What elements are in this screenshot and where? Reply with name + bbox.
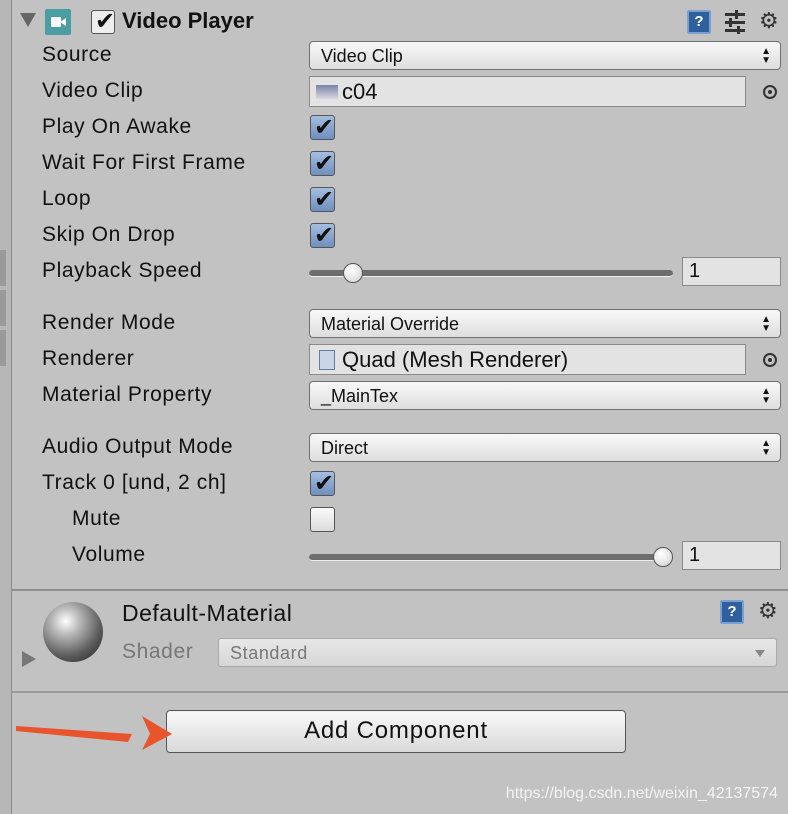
bottom-separator [12, 691, 788, 693]
video-clip-asset-icon [316, 85, 338, 99]
help-book-icon[interactable]: ? [687, 10, 711, 34]
play-on-awake-label: Play On Awake [42, 115, 192, 138]
skip-on-drop-label: Skip On Drop [42, 223, 176, 246]
material-name: Default-Material [122, 600, 293, 626]
renderer-value: Quad (Mesh Renderer) [342, 347, 569, 372]
material-section: Default-Material ? ⚙ Shader Standard [12, 591, 788, 682]
volume-label: Volume [72, 543, 146, 566]
dropdown-arrows-icon: ▲ ▼ [761, 438, 771, 458]
checkmark-icon: ✔ [314, 222, 335, 249]
material-foldout-arrow-icon[interactable] [22, 651, 36, 667]
source-value: Video Clip [321, 46, 403, 66]
track-0-label: Track 0 [und, 2 ch] [42, 471, 227, 494]
material-property-dropdown[interactable]: _MainTex ▲ ▼ [309, 381, 781, 410]
presets-sliders-icon[interactable] [723, 10, 747, 34]
mesh-renderer-icon [319, 350, 335, 370]
video-player-component: ✔ Video Player ? ⚙ Source Video Clip ▲ ▼ … [12, 0, 788, 590]
foldout-arrow-icon[interactable] [20, 13, 36, 27]
video-clip-label: Video Clip [42, 79, 144, 102]
checkmark-icon: ✔ [314, 186, 335, 213]
gear-icon[interactable]: ⚙ [759, 10, 779, 32]
dropdown-arrows-icon: ▲ ▼ [761, 314, 771, 334]
help-book-icon[interactable]: ? [720, 600, 744, 624]
mute-label: Mute [72, 507, 122, 530]
edge-tick [0, 290, 6, 326]
video-clip-value: c04 [342, 79, 378, 104]
audio-output-mode-label: Audio Output Mode [42, 435, 234, 458]
edge-tick [0, 250, 6, 286]
gear-icon[interactable]: ⚙ [758, 600, 778, 622]
wait-for-first-frame-checkbox[interactable]: ✔ [310, 150, 335, 177]
video-clip-field[interactable]: c04 [309, 76, 746, 107]
edge-tick [0, 330, 6, 366]
play-on-awake-checkbox[interactable]: ✔ [310, 114, 335, 141]
inspector-left-edge [0, 0, 12, 814]
checkmark-icon: ✔ [95, 8, 116, 35]
playback-speed-slider-knob[interactable] [343, 263, 364, 283]
playback-speed-slider[interactable] [309, 270, 673, 277]
video-player-icon [45, 9, 85, 35]
volume-slider-knob[interactable] [653, 547, 673, 567]
shader-value: Standard [230, 643, 308, 663]
checkmark-icon: ✔ [314, 114, 335, 141]
renderer-label: Renderer [42, 347, 135, 370]
render-mode-label: Render Mode [42, 311, 176, 334]
watermark: https://blog.csdn.net/weixin_42137574 [505, 785, 778, 802]
playback-speed-value: 1 [689, 260, 701, 282]
material-property-label: Material Property [42, 383, 213, 406]
mute-checkbox[interactable] [310, 507, 335, 532]
loop-checkbox[interactable]: ✔ [310, 186, 335, 213]
source-label: Source [42, 43, 113, 66]
shader-label: Shader [122, 640, 194, 663]
source-dropdown[interactable]: Video Clip ▲ ▼ [309, 41, 781, 70]
dropdown-arrows-icon: ▲ ▼ [761, 46, 771, 66]
playback-speed-label: Playback Speed [42, 259, 203, 282]
wait-for-first-frame-label: Wait For First Frame [42, 151, 246, 174]
material-property-value: _MainTex [321, 386, 399, 406]
playback-speed-input[interactable]: 1 [682, 257, 781, 286]
render-mode-value: Material Override [321, 314, 460, 334]
material-preview-sphere [43, 602, 103, 662]
skip-on-drop-checkbox[interactable]: ✔ [310, 222, 335, 249]
add-component-button[interactable]: Add Component [166, 710, 626, 753]
shader-dropdown[interactable]: Standard [218, 638, 777, 667]
chevron-down-icon [755, 650, 765, 657]
checkmark-icon: ✔ [314, 150, 335, 177]
track-0-checkbox[interactable]: ✔ [310, 470, 335, 497]
loop-label: Loop [42, 187, 92, 210]
volume-value: 1 [689, 544, 701, 566]
component-enabled-checkbox[interactable]: ✔ [91, 8, 116, 35]
checkmark-icon: ✔ [314, 470, 335, 497]
component-header: ✔ Video Player ? ⚙ [12, 0, 788, 44]
object-picker-icon[interactable] [763, 353, 777, 367]
audio-output-mode-dropdown[interactable]: Direct ▲ ▼ [309, 433, 781, 462]
dropdown-arrows-icon: ▲ ▼ [761, 386, 771, 406]
component-title: Video Player [122, 8, 254, 33]
renderer-field[interactable]: Quad (Mesh Renderer) [309, 344, 746, 375]
audio-output-mode-value: Direct [321, 438, 369, 458]
render-mode-dropdown[interactable]: Material Override ▲ ▼ [309, 309, 781, 338]
annotation-arrow-icon [16, 716, 172, 750]
object-picker-icon[interactable] [763, 85, 777, 99]
volume-slider[interactable] [309, 554, 673, 561]
add-component-label: Add Component [304, 717, 488, 744]
volume-input[interactable]: 1 [682, 541, 781, 570]
